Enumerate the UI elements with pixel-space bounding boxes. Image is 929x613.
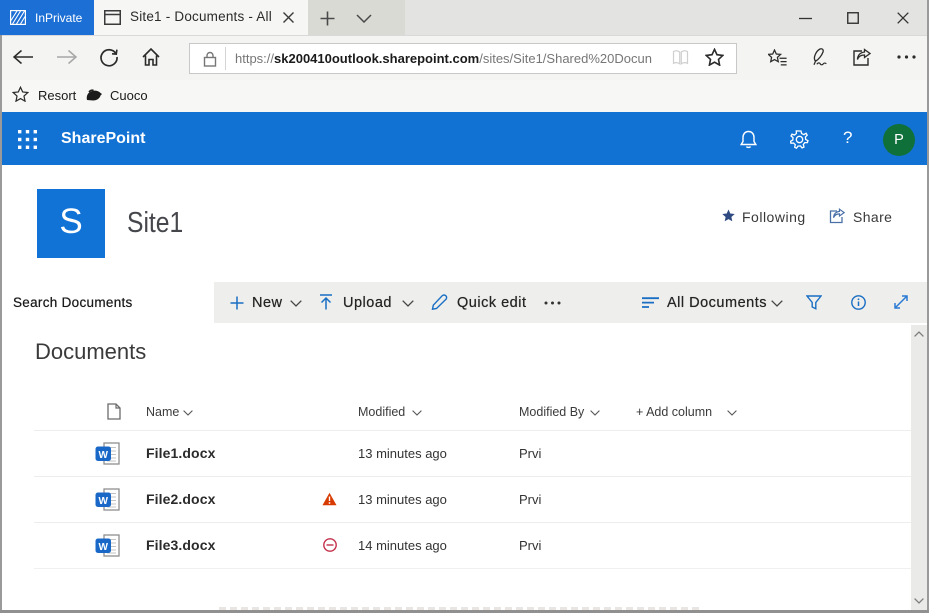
svg-text:W: W	[98, 542, 108, 553]
svg-text:W: W	[98, 450, 108, 461]
svg-text:W: W	[98, 496, 108, 507]
